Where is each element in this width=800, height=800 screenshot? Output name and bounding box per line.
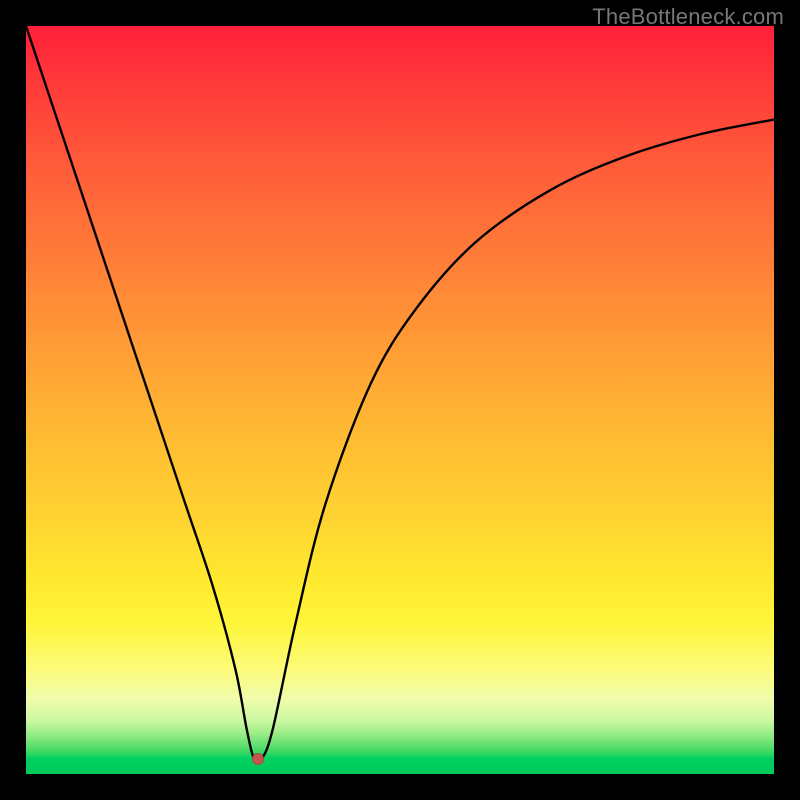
plot-area (26, 26, 774, 774)
chart-frame: TheBottleneck.com (0, 0, 800, 800)
watermark-text: TheBottleneck.com (592, 4, 784, 30)
gradient-background (26, 26, 774, 774)
optimal-point-marker (252, 753, 264, 765)
